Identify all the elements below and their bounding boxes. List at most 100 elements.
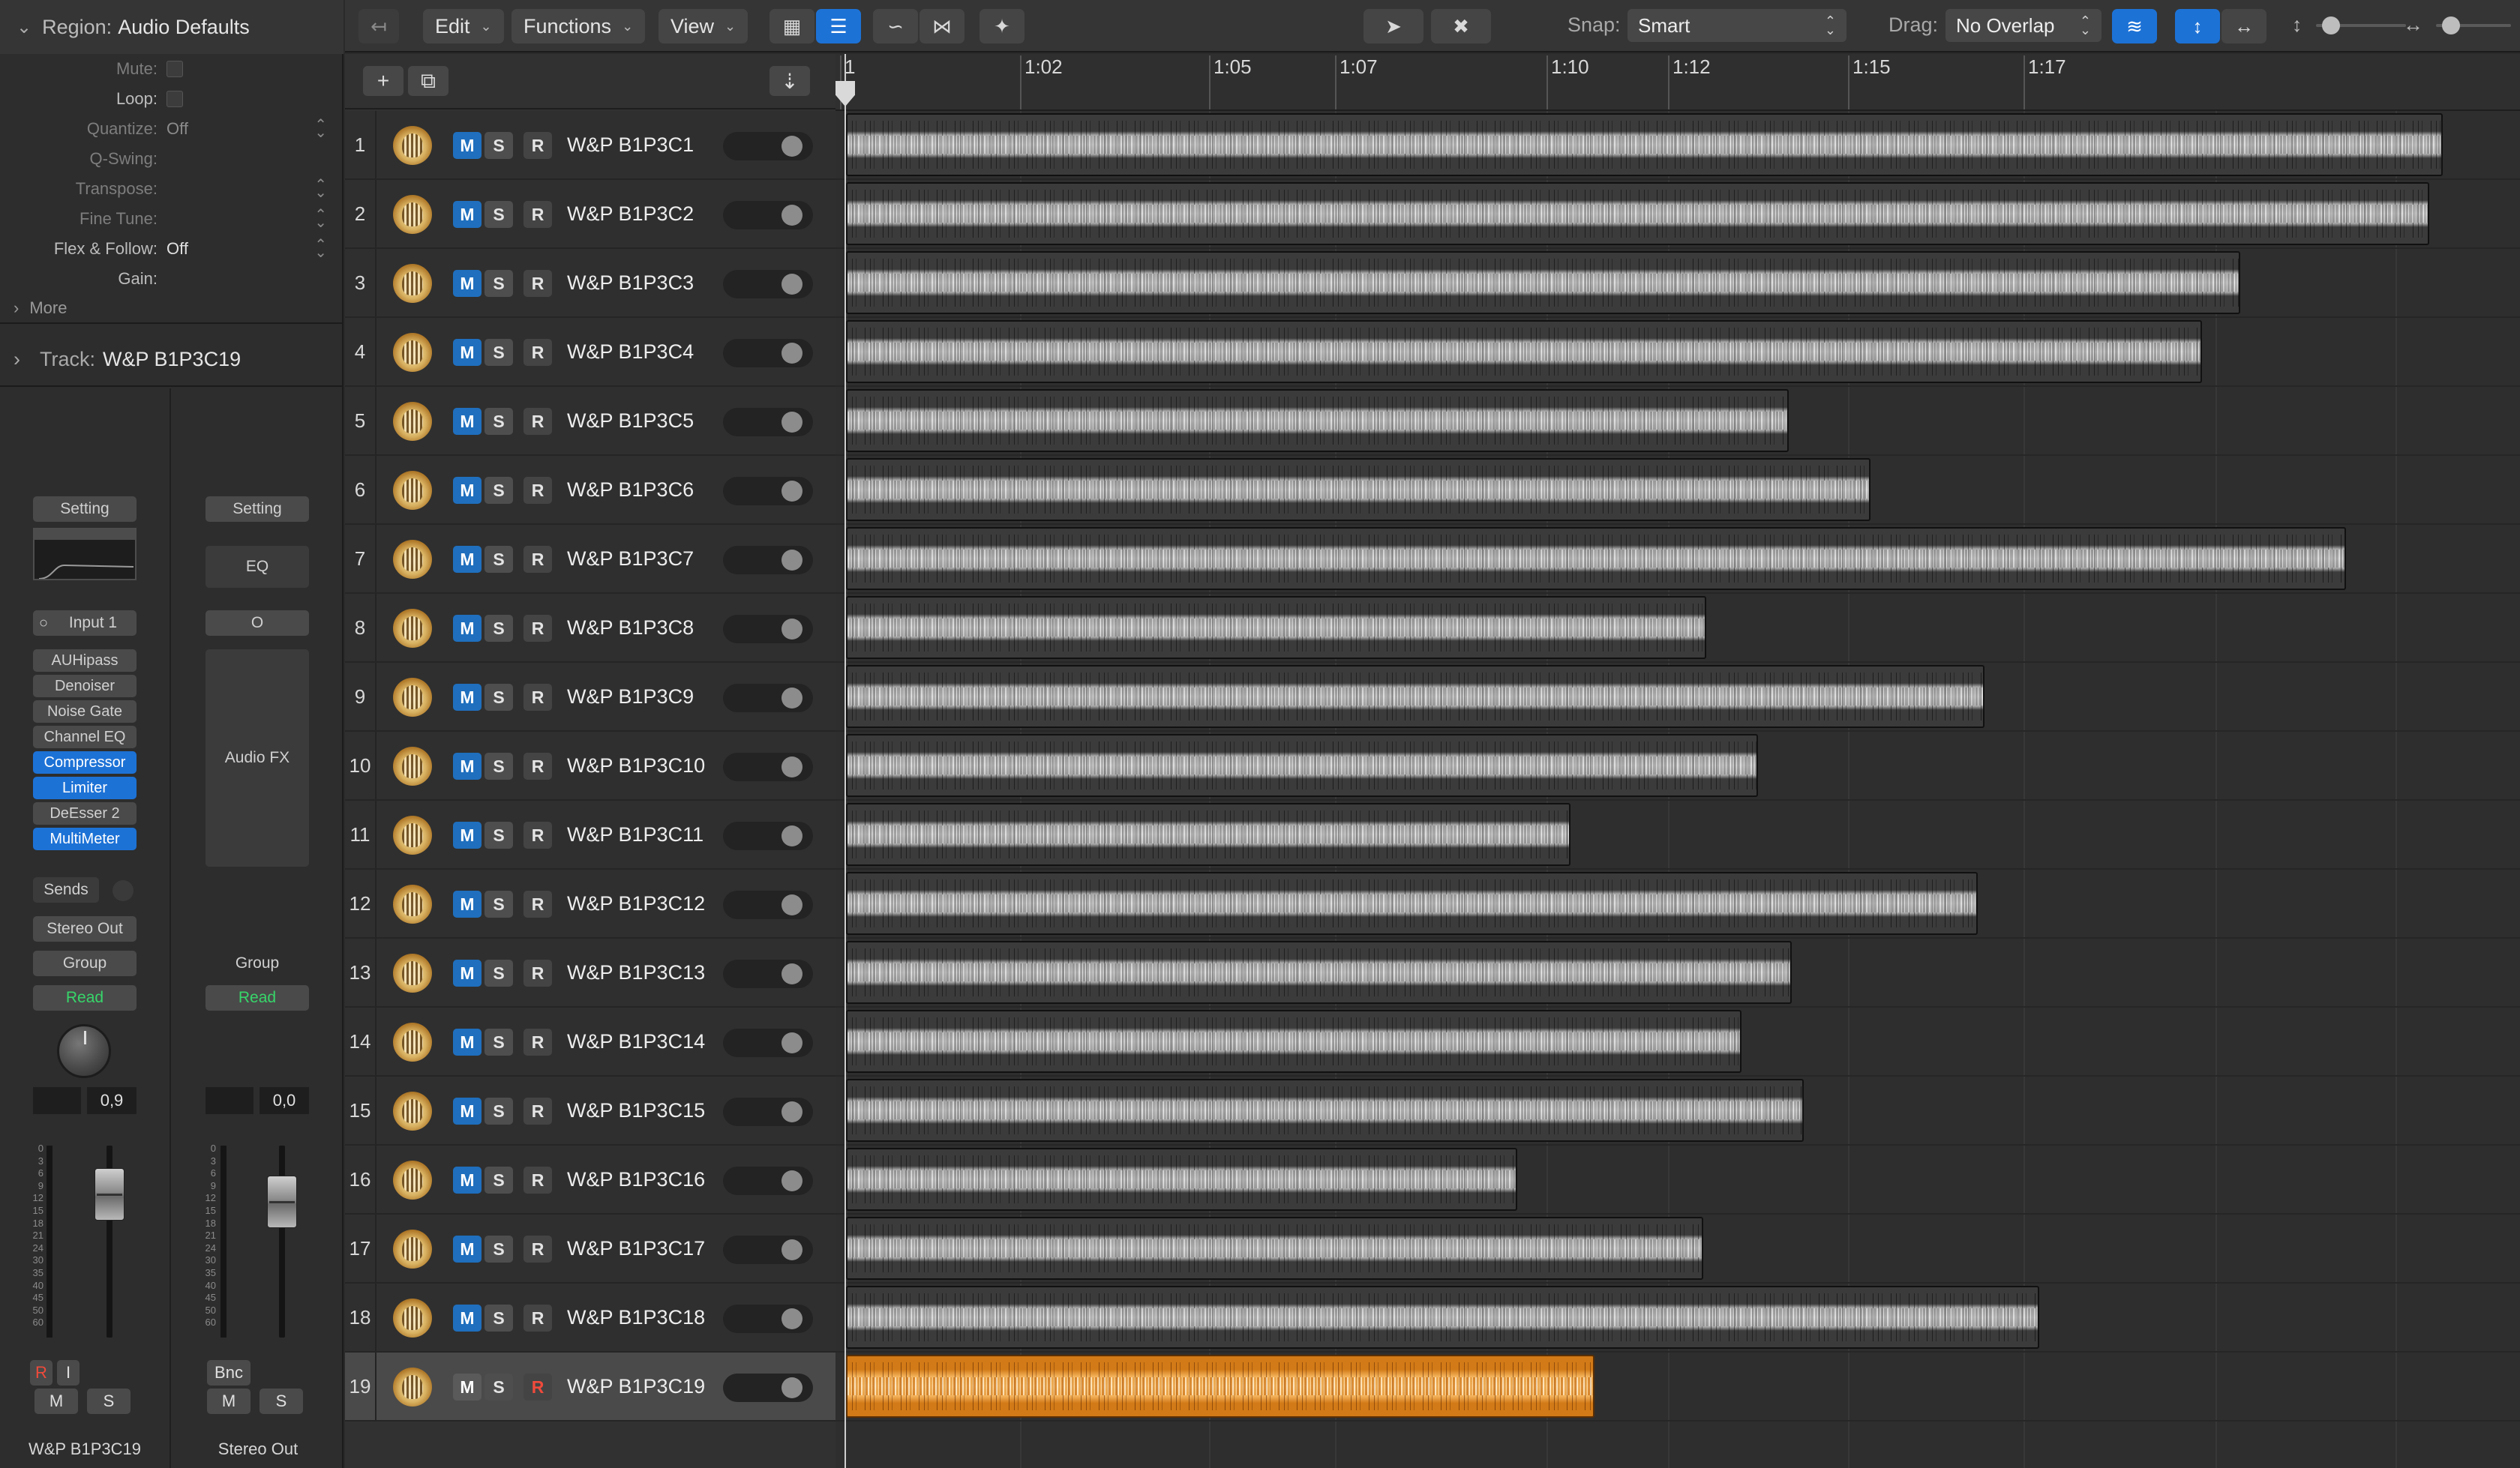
updown-arrows-icon[interactable]: ⌃ ⌄	[314, 178, 327, 200]
flex-icon[interactable]: ⋈	[920, 9, 964, 43]
record-enable-button[interactable]: R	[524, 615, 552, 642]
solo-button[interactable]: S	[484, 477, 513, 504]
track-name[interactable]: W&P B1P3C6	[567, 456, 694, 523]
plugin-slot[interactable]: Channel EQ	[33, 726, 136, 748]
record-enable-button[interactable]: R	[524, 477, 552, 504]
microphone-icon[interactable]	[393, 126, 432, 165]
track-header[interactable]: 16 M S R W&P B1P3C16	[345, 1146, 836, 1215]
mute-button[interactable]: M	[453, 546, 482, 573]
mute-button[interactable]: M	[453, 1167, 482, 1194]
audio-region[interactable]	[846, 1079, 1804, 1142]
plugin-slot[interactable]: Limiter	[33, 777, 136, 799]
mute-button[interactable]: M	[453, 891, 482, 918]
track-name[interactable]: W&P B1P3C13	[567, 939, 705, 1006]
region-param-value[interactable]: ⌃ ⌄	[166, 208, 344, 230]
chevron-right-icon[interactable]: ›	[14, 348, 20, 371]
plugin-slot[interactable]: Denoiser	[33, 675, 136, 697]
microphone-icon[interactable]	[393, 333, 432, 372]
drag-select[interactable]: No Overlap ⌃ ⌄	[1946, 9, 2102, 42]
record-enable-button[interactable]: R	[30, 1360, 52, 1386]
record-enable-button[interactable]: R	[524, 1305, 552, 1332]
setting-button[interactable]: Setting	[206, 496, 309, 522]
microphone-icon[interactable]	[393, 885, 432, 924]
pointer-tool-icon[interactable]: ➤	[1364, 9, 1424, 43]
plugin-slot[interactable]: AUHipass	[33, 649, 136, 672]
track-on-off-toggle[interactable]	[723, 201, 813, 229]
track-name[interactable]: W&P B1P3C17	[567, 1215, 705, 1282]
input-monitor-button[interactable]: I	[57, 1360, 80, 1386]
mute-button[interactable]: M	[453, 1374, 482, 1401]
record-enable-button[interactable]: R	[524, 684, 552, 711]
group-slot[interactable]: Group	[33, 951, 136, 976]
plugin-slot[interactable]: Noise Gate	[33, 700, 136, 723]
region-param-row[interactable]: Gain:	[0, 264, 344, 294]
track-on-off-toggle[interactable]	[723, 822, 813, 850]
functions-menu[interactable]: Functions ⌄	[512, 9, 646, 43]
track-header[interactable]: 10 M S R W&P B1P3C10	[345, 732, 836, 801]
region-param-value[interactable]	[166, 61, 344, 77]
track-on-off-toggle[interactable]	[723, 546, 813, 574]
record-enable-button[interactable]: R	[524, 1029, 552, 1056]
record-enable-button[interactable]: R	[524, 753, 552, 780]
automation-mode[interactable]: Read	[33, 985, 136, 1011]
track-header[interactable]: 14 M S R W&P B1P3C14	[345, 1008, 836, 1077]
volume-fader-track[interactable]	[279, 1146, 285, 1338]
track-name[interactable]: W&P B1P3C9	[567, 663, 694, 730]
audio-region[interactable]	[846, 1010, 1742, 1073]
more-disclosure[interactable]: › More	[0, 294, 344, 324]
mute-button[interactable]: M	[207, 1389, 250, 1414]
region-param-row[interactable]: Mute:	[0, 54, 344, 84]
mute-button[interactable]: M	[453, 615, 482, 642]
checkbox[interactable]	[166, 91, 183, 107]
arrange-area[interactable]	[836, 111, 2520, 1468]
microphone-icon[interactable]	[393, 471, 432, 510]
track-on-off-toggle[interactable]	[723, 339, 813, 367]
track-header[interactable]: 7 M S R W&P B1P3C7	[345, 525, 836, 594]
bounce-button[interactable]: Bnc	[207, 1360, 250, 1386]
region-param-row[interactable]: Q-Swing:	[0, 144, 344, 174]
audio-region[interactable]	[846, 803, 1570, 866]
duplicate-track-icon[interactable]: ⧉	[408, 66, 448, 96]
audio-region[interactable]	[846, 1355, 1594, 1418]
track-on-off-toggle[interactable]	[723, 477, 813, 505]
solo-button[interactable]: S	[484, 201, 513, 228]
mute-button[interactable]: M	[453, 1098, 482, 1125]
chevron-down-icon[interactable]: ⌄	[16, 16, 32, 38]
track-on-off-toggle[interactable]	[723, 1029, 813, 1057]
track-name[interactable]: W&P B1P3C1	[567, 111, 694, 178]
volume-fader[interactable]	[94, 1168, 124, 1221]
solo-button[interactable]: S	[484, 891, 513, 918]
horizontal-autozoom-icon[interactable]: ↔	[2222, 9, 2266, 43]
track-name[interactable]: W&P B1P3C16	[567, 1146, 705, 1213]
track-on-off-toggle[interactable]	[723, 1374, 813, 1402]
microphone-icon[interactable]	[393, 609, 432, 648]
audio-region[interactable]	[846, 320, 2202, 383]
solo-button[interactable]: S	[484, 822, 513, 849]
solo-button[interactable]: S	[484, 1236, 513, 1263]
track-header[interactable]: 17 M S R W&P B1P3C17	[345, 1215, 836, 1284]
record-enable-button[interactable]: R	[524, 201, 552, 228]
eq-thumbnail[interactable]	[33, 528, 136, 580]
solo-button[interactable]: S	[484, 684, 513, 711]
record-enable-button[interactable]: R	[524, 339, 552, 366]
vertical-zoom-thumb[interactable]	[2322, 16, 2340, 34]
track-header[interactable]: 5 M S R W&P B1P3C5	[345, 387, 836, 456]
region-param-value[interactable]: ⌃ ⌄	[166, 178, 344, 200]
audio-region[interactable]	[846, 527, 2346, 590]
solo-button[interactable]: S	[484, 132, 513, 159]
plugin-slot[interactable]: MultiMeter	[33, 828, 136, 850]
horizontal-zoom-thumb[interactable]	[2442, 16, 2460, 34]
eq-slot[interactable]: EQ	[206, 546, 309, 588]
track-on-off-toggle[interactable]	[723, 753, 813, 781]
audio-region[interactable]	[846, 1217, 1703, 1280]
solo-button[interactable]: S	[484, 546, 513, 573]
track-name[interactable]: W&P B1P3C19	[567, 1353, 705, 1420]
audio-region[interactable]	[846, 458, 1870, 521]
plugin-slot[interactable]: DeEsser 2	[33, 802, 136, 825]
solo-button[interactable]: S	[484, 1305, 513, 1332]
mute-button[interactable]: M	[453, 1236, 482, 1263]
list-view-icon[interactable]: ☰	[816, 9, 861, 43]
track-name[interactable]: W&P B1P3C14	[567, 1008, 705, 1075]
track-on-off-toggle[interactable]	[723, 270, 813, 298]
region-inspector-header[interactable]: ⌄ Region: Audio Defaults	[0, 0, 344, 54]
